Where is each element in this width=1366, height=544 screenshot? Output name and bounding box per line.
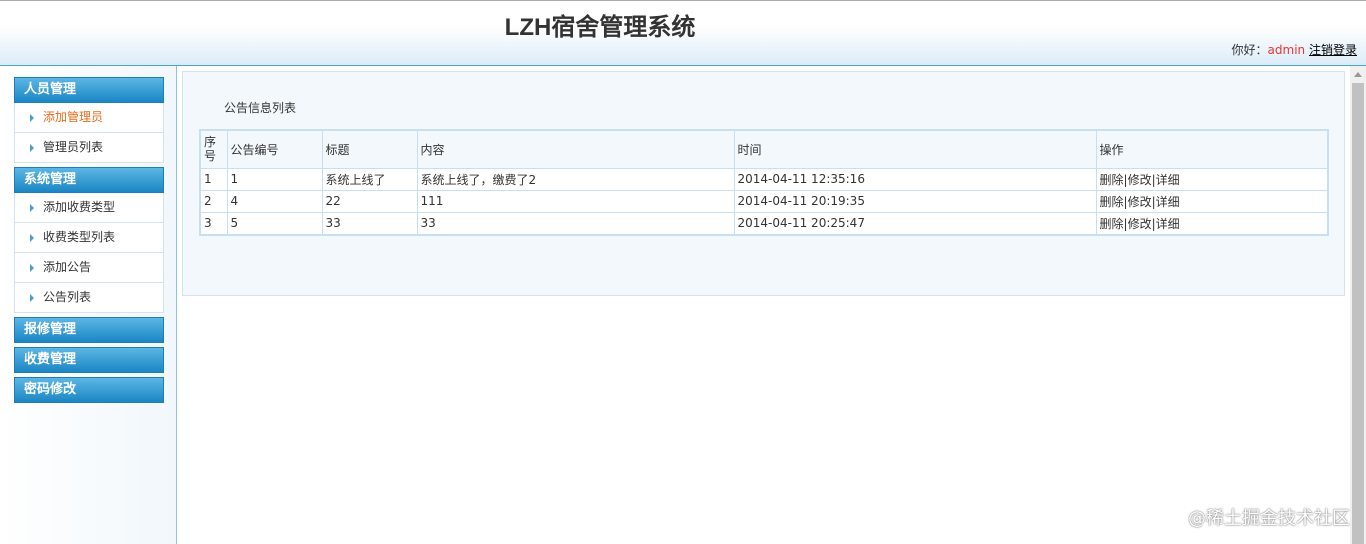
menu-item-notice-list[interactable]: 公告列表 [14, 283, 164, 313]
cell-title: 33 [321, 211, 418, 235]
arrow-right-icon [30, 114, 34, 122]
table-header-row: 序号 公告编号 标题 内容 时间 操作 [199, 129, 1329, 169]
menu-item-add-fee-type[interactable]: 添加收费类型 [14, 193, 164, 223]
cell-seq: 2 [199, 189, 228, 213]
delete-link[interactable]: 删除 [1100, 195, 1124, 209]
cell-seq: 1 [199, 167, 228, 191]
cell-title: 22 [321, 189, 418, 213]
col-id: 公告编号 [226, 129, 323, 169]
username: admin [1267, 43, 1306, 57]
menu-group-password: 密码修改 [14, 377, 164, 403]
cell-time: 2014-04-11 20:19:35 [733, 189, 1097, 213]
menu-header-system[interactable]: 系统管理 [14, 167, 164, 193]
cell-id: 4 [226, 189, 323, 213]
menu-item-admin-list[interactable]: 管理员列表 [14, 133, 164, 163]
menu-header-repair[interactable]: 报修管理 [14, 317, 164, 343]
cell-actions: 删除|修改|详细 [1095, 167, 1329, 191]
edit-link[interactable]: 修改 [1128, 173, 1152, 187]
content-panel: 公告信息列表 序号 公告编号 标题 内容 时间 操作 1 1 系统上线了 系统上线了，… [182, 71, 1345, 296]
table-row: 1 1 系统上线了 系统上线了，缴费了2 2014-04-11 12:35:16 删除|修… [199, 167, 1329, 191]
greeting: 你好： [1231, 43, 1268, 57]
menu-group-fees: 收费管理 [14, 347, 164, 373]
menu-item-label: 添加收费类型 [43, 200, 116, 214]
col-actions: 操作 [1095, 129, 1329, 169]
menu-item-add-notice[interactable]: 添加公告 [14, 253, 164, 283]
logout-link[interactable]: 注销登录 [1309, 43, 1357, 57]
header: LZH宿舍管理系统 你好：admin 注销登录 [0, 0, 1366, 66]
col-content: 内容 [416, 129, 735, 169]
app-title: LZH宿舍管理系统 [504, 14, 696, 41]
scroll-thumb[interactable] [1352, 83, 1364, 544]
menu-group-personnel: 人员管理 添加管理员 管理员列表 [14, 77, 164, 163]
menu-item-label: 添加管理员 [43, 110, 104, 124]
table-row: 3 5 33 33 2014-04-11 20:25:47 删除|修改|详细 [199, 211, 1329, 235]
arrow-right-icon [30, 264, 34, 272]
edit-link[interactable]: 修改 [1128, 217, 1152, 231]
cell-time: 2014-04-11 12:35:16 [733, 167, 1097, 191]
cell-id: 1 [226, 167, 323, 191]
menu-header-password[interactable]: 密码修改 [14, 377, 164, 403]
arrow-right-icon [30, 204, 34, 212]
delete-link[interactable]: 删除 [1100, 217, 1124, 231]
detail-link[interactable]: 详细 [1156, 195, 1180, 209]
menu-item-label: 公告列表 [43, 290, 92, 304]
cell-seq: 3 [199, 211, 228, 235]
menu-group-system: 系统管理 添加收费类型 收费类型列表 添加公告 公告列表 [14, 167, 164, 313]
col-time: 时间 [733, 129, 1097, 169]
menu-header-personnel[interactable]: 人员管理 [14, 77, 164, 103]
menu-item-label: 管理员列表 [43, 140, 104, 154]
edit-link[interactable]: 修改 [1128, 195, 1152, 209]
detail-link[interactable]: 详细 [1156, 217, 1180, 231]
delete-link[interactable]: 删除 [1100, 173, 1124, 187]
menu-item-fee-type-list[interactable]: 收费类型列表 [14, 223, 164, 253]
notice-table: 序号 公告编号 标题 内容 时间 操作 1 1 系统上线了 系统上线了，缴费了2 201… [199, 129, 1329, 236]
cell-title: 系统上线了 [321, 167, 418, 191]
menu-item-label: 收费类型列表 [43, 230, 116, 244]
cell-time: 2014-04-11 20:25:47 [733, 211, 1097, 235]
cell-id: 5 [226, 211, 323, 235]
scrollbar[interactable] [1350, 66, 1366, 544]
table-row: 2 4 22 111 2014-04-11 20:19:35 删除|修改|详细 [199, 189, 1329, 213]
menu-item-add-admin[interactable]: 添加管理员 [14, 103, 164, 133]
menu-header-fees[interactable]: 收费管理 [14, 347, 164, 373]
page-title: 公告信息列表 [224, 101, 297, 115]
scroll-up-icon[interactable] [1354, 72, 1362, 77]
user-bar: 你好：admin 注销登录 [1232, 41, 1357, 58]
cell-content: 33 [416, 211, 735, 235]
arrow-right-icon [30, 144, 34, 152]
col-label: 序号 [204, 135, 217, 164]
cell-content: 111 [416, 189, 735, 213]
detail-link[interactable]: 详细 [1156, 173, 1180, 187]
arrow-right-icon [30, 294, 34, 302]
col-seq: 序号 [199, 129, 228, 169]
col-title: 标题 [321, 129, 418, 169]
cell-actions: 删除|修改|详细 [1095, 211, 1329, 235]
sidebar: 人员管理 添加管理员 管理员列表 系统管理 添加收费类型 收费类型列表 添加公告… [0, 66, 177, 544]
menu-group-repair: 报修管理 [14, 317, 164, 343]
cell-actions: 删除|修改|详细 [1095, 189, 1329, 213]
arrow-right-icon [30, 234, 34, 242]
watermark: @稀土掘金技术社区 [1188, 508, 1350, 529]
menu-item-label: 添加公告 [43, 260, 92, 274]
cell-content: 系统上线了，缴费了2 [416, 167, 735, 191]
